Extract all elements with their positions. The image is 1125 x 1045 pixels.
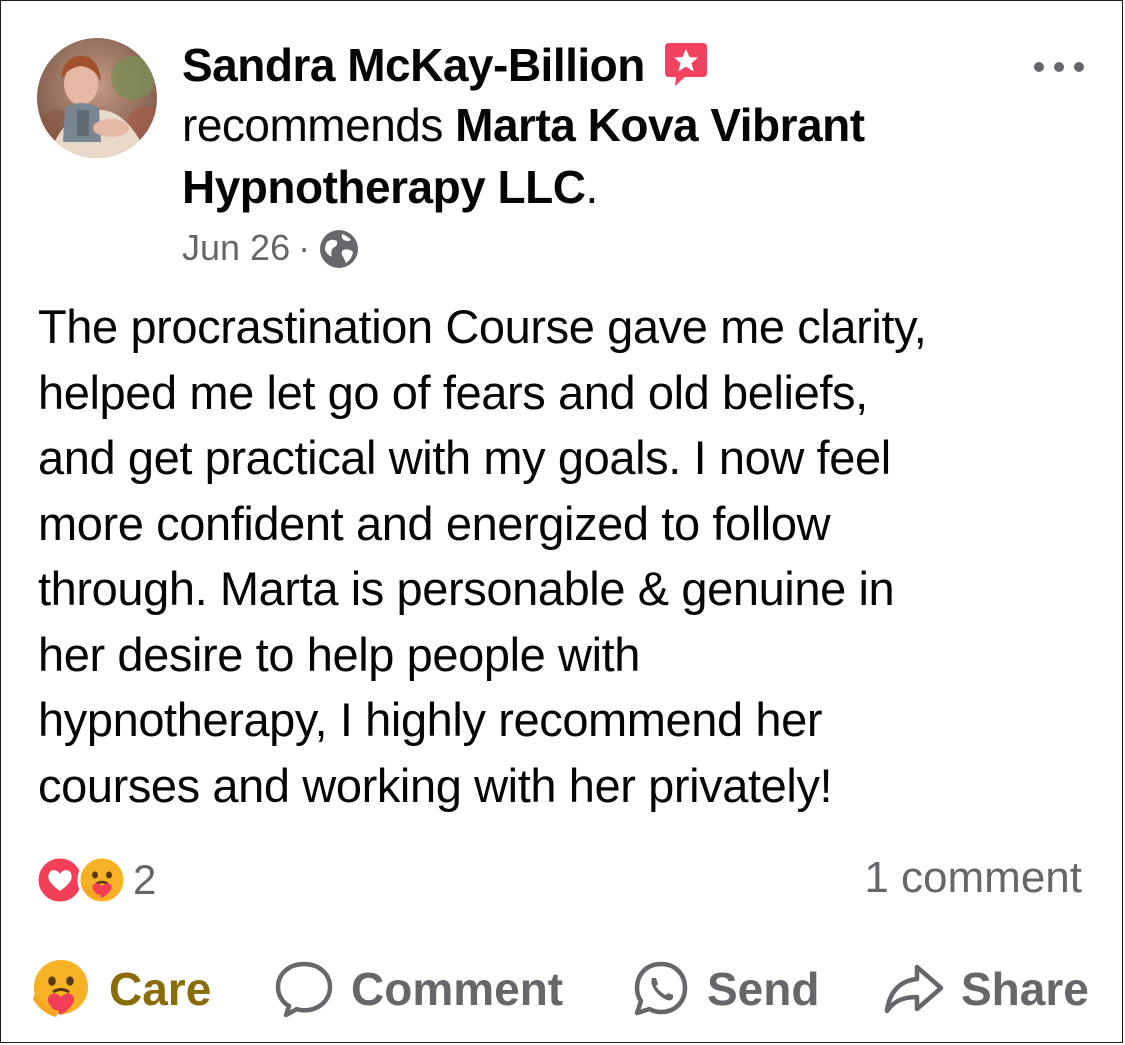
send-label: Send xyxy=(707,963,820,1015)
author-name[interactable]: Sandra McKay-Billion xyxy=(182,39,645,91)
more-options-icon[interactable] xyxy=(1031,53,1087,81)
whatsapp-icon xyxy=(631,959,691,1019)
send-button[interactable]: Send xyxy=(631,956,819,1022)
post-card: Sandra McKay-Billion recommends Marta Ko… xyxy=(0,0,1123,1043)
comment-label: Comment xyxy=(351,963,564,1015)
avatar[interactable] xyxy=(37,38,157,158)
page-name-suffix: . xyxy=(585,161,598,213)
share-arrow-icon xyxy=(883,959,945,1019)
post-meta: Jun 26 · xyxy=(182,227,360,270)
comment-button[interactable]: Comment xyxy=(273,956,563,1022)
care-reaction-icon xyxy=(29,957,93,1021)
recommendation-line: recommends Marta Kova Vibrant Hypnothera… xyxy=(182,94,1042,218)
recommendation-star-icon xyxy=(663,39,709,89)
post-date[interactable]: Jun 26 xyxy=(182,227,290,268)
reactions-summary[interactable]: 2 xyxy=(35,853,156,907)
care-button[interactable]: Care xyxy=(29,956,211,1022)
author-line: Sandra McKay-Billion xyxy=(182,36,1042,94)
comment-bubble-icon xyxy=(273,958,335,1020)
comments-count[interactable]: 1 comment xyxy=(864,853,1082,903)
post-header: Sandra McKay-Billion recommends Marta Ko… xyxy=(182,36,1042,218)
recommends-text: recommends xyxy=(182,99,443,151)
post-body: The procrastination Course gave me clari… xyxy=(38,300,927,812)
meta-separator: · xyxy=(298,227,311,268)
care-label: Care xyxy=(109,963,212,1015)
globe-icon xyxy=(318,228,360,270)
share-label: Share xyxy=(961,963,1089,1015)
share-button[interactable]: Share xyxy=(883,956,1089,1022)
care-reaction-icon xyxy=(77,855,127,905)
action-bar: Care Comment Send Share xyxy=(29,956,1099,1022)
reaction-count: 2 xyxy=(133,856,157,903)
